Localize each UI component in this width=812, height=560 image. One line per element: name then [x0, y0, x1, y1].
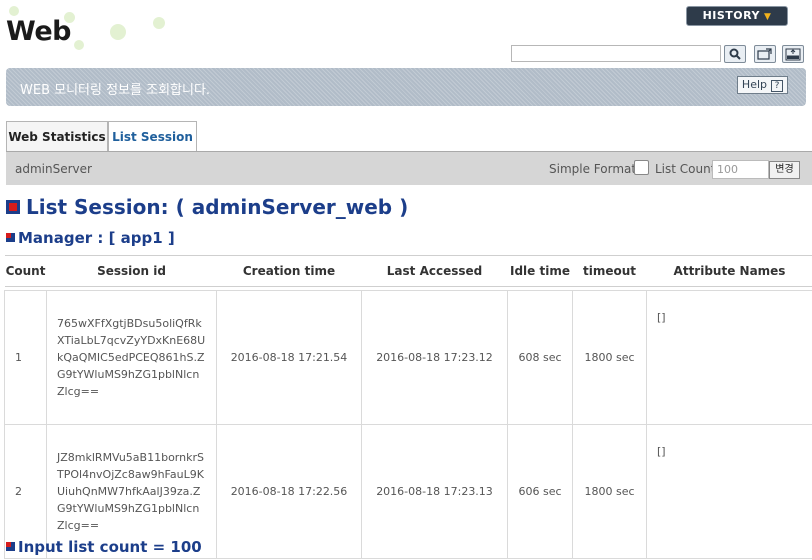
refresh-icon [757, 48, 772, 60]
cell-count: 1 [4, 290, 47, 425]
decor-circle [74, 40, 84, 50]
column-header-count: Count [4, 255, 47, 287]
simple-format-checkbox[interactable] [634, 160, 649, 175]
server-name: adminServer [15, 162, 92, 176]
title-bullet-icon [6, 199, 20, 214]
decor-circle [9, 6, 19, 16]
page-title: Web [6, 16, 71, 47]
info-banner: WEB 모니터링 정보를 조회합니다. Help? [6, 68, 806, 106]
history-button[interactable]: HISTORY ▼ [686, 6, 788, 26]
decor-circle [153, 17, 165, 29]
input-list-count-heading: Input list count = 100 [6, 538, 202, 556]
decor-circle [110, 24, 126, 40]
search-icon [729, 48, 741, 60]
cell-creation-time: 2016-08-18 17:21.54 [216, 290, 362, 425]
section-title-text: List Session: ( adminServer_web ) [26, 195, 409, 219]
banner-text: WEB 모니터링 정보를 조회합니다. [20, 83, 211, 98]
help-button[interactable]: Help? [736, 76, 788, 94]
search-button[interactable] [724, 45, 746, 63]
cell-last-accessed: 2016-08-18 17:23.12 [361, 290, 508, 425]
section-title: List Session: ( adminServer_web ) [6, 195, 408, 219]
cell-creation-time: 2016-08-18 17:22.56 [216, 424, 362, 559]
simple-format-label: Simple Format [549, 162, 637, 176]
cell-session-id: 765wXFfXgtjBDsu5oliQfRkXTiaLbL7qcvZyYDxK… [46, 290, 217, 425]
table-row: 1 765wXFfXgtjBDsu5oliQfRkXTiaLbL7qcvZyYD… [4, 290, 812, 425]
tab-web-statistics[interactable]: Web Statistics [6, 121, 108, 152]
help-label: Help [741, 78, 767, 91]
chevron-down-icon: ▼ [764, 12, 772, 22]
question-icon: ? [771, 80, 783, 92]
tab-list-session[interactable]: List Session [108, 121, 197, 152]
refresh-button[interactable] [754, 45, 776, 63]
cell-idle-time: 606 sec [507, 424, 573, 559]
manager-label: Manager : [ app1 ] [18, 229, 175, 247]
cell-attribute-names: [] [646, 424, 812, 559]
xml-export-button[interactable] [782, 45, 804, 63]
bullet-icon [6, 233, 15, 242]
cell-last-accessed: 2016-08-18 17:23.13 [361, 424, 508, 559]
list-count-input[interactable]: 100 [712, 160, 769, 179]
cell-timeout: 1800 sec [572, 290, 647, 425]
server-bar: adminServer Simple Format List Count 100… [6, 152, 812, 185]
column-header-idle-time: Idle time [507, 255, 573, 287]
table-header-row: Count Session id Creation time Last Acce… [4, 255, 812, 287]
session-table: Count Session id Creation time Last Acce… [4, 255, 812, 559]
search-input[interactable] [511, 45, 721, 62]
cell-idle-time: 608 sec [507, 290, 573, 425]
column-header-last-accessed: Last Accessed [361, 255, 508, 287]
bullet-icon [6, 542, 15, 551]
list-count-label: List Count [655, 162, 716, 176]
history-label: HISTORY [702, 9, 760, 22]
column-header-session-id: Session id [46, 255, 217, 287]
xml-export-icon [785, 48, 801, 60]
column-header-timeout: timeout [572, 255, 647, 287]
cell-timeout: 1800 sec [572, 424, 647, 559]
column-header-attribute-names: Attribute Names [646, 255, 812, 287]
cell-attribute-names: [] [646, 290, 812, 425]
input-list-count-text: Input list count = 100 [18, 538, 202, 556]
column-header-creation-time: Creation time [216, 255, 362, 287]
change-button[interactable]: 변경 [769, 161, 800, 179]
manager-heading: Manager : [ app1 ] [6, 229, 175, 247]
